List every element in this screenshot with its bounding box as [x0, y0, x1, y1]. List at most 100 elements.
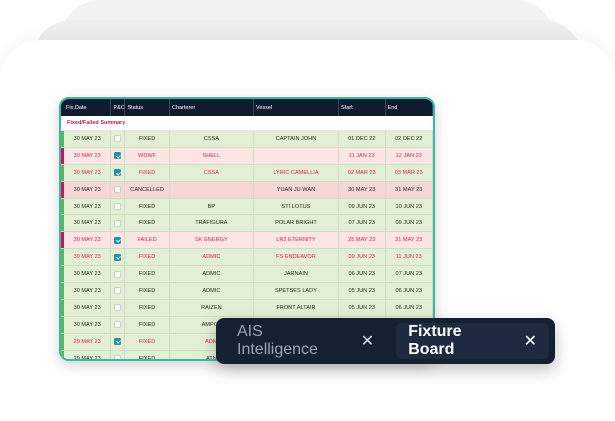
pc-checkbox[interactable] — [114, 270, 122, 278]
table-row[interactable]: 30 MAY 23 FIXED ADMIC JARNAIN 06 JUN 23 07 JU… — [61, 266, 433, 284]
cell-status: FIXED — [125, 299, 170, 316]
cell-start: 05 JUN 23 — [339, 283, 386, 299]
cell-start: 05 JUN 23 — [339, 299, 386, 316]
table-row[interactable]: 30 MAY 23 FIXED ADMIC FS ENDEAVOR 09 JUN 23 1… — [61, 249, 433, 267]
cell-start: 25 MAY 23 — [339, 232, 386, 249]
table-row[interactable]: 30 MAY 23 FIXED BP STI LOTUS 09 JUN 23 10 JUN… — [61, 198, 433, 216]
cell-status: WDWF — [125, 147, 170, 164]
table-row[interactable]: 30 MAY 23 FIXED CSSA CAPTAIN JOHN 01 DEC 22 0… — [61, 131, 433, 148]
column-header-end[interactable]: End — [386, 99, 433, 116]
cell-fix-date: 30 MAY 23 — [64, 164, 112, 181]
cell-end: 12 JAN 23 — [386, 147, 433, 164]
cell-start: 02 MAR 23 — [339, 164, 386, 181]
pc-checkbox[interactable] — [114, 186, 122, 194]
table-row[interactable]: 30 MAY 23 FIXED CSSA LYRIC CAMELLIA 02 MAR 2… — [61, 164, 433, 182]
column-header-vessel[interactable]: Vessel — [254, 99, 340, 116]
cell-start: 11 JAN 23 — [339, 147, 386, 164]
table-row[interactable]: 30 MAY 23 FIXED ADMIC SPETSES LADY 05 JUN 23… — [61, 283, 433, 300]
column-header-charterer[interactable]: Charterer — [170, 99, 255, 116]
table-row[interactable]: 30 MAY 23 CANCELLED YUAN JU WAN 30 MAY 23 31… — [61, 181, 433, 199]
cell-end: 09 JUN 23 — [386, 215, 433, 232]
cell-fix-date: 30 MAY 23 — [64, 232, 112, 249]
cell-status: FIXED — [125, 249, 170, 266]
pc-checkbox[interactable] — [114, 203, 122, 210]
cell-vessel: POLAR BRIGHT — [254, 215, 339, 232]
column-header-start[interactable]: Start — [339, 99, 386, 116]
cell-fix-date: 30 MAY 23 — [64, 215, 112, 232]
table-header: Fix.Date P&C Status Charterer Vessel Sta… — [61, 99, 433, 116]
pc-checkbox[interactable] — [114, 236, 122, 244]
cell-pc — [111, 164, 126, 181]
cell-vessel: FRONT ALTAIR — [254, 299, 339, 316]
cell-status: FIXED — [125, 198, 170, 215]
cell-vessel: LYRIC CAMELLIA — [254, 164, 339, 181]
pc-checkbox[interactable] — [114, 169, 122, 177]
cell-pc — [111, 147, 126, 164]
cell-vessel: CAPTAIN JOHN — [254, 131, 339, 147]
cell-end: 31 MAY 23 — [386, 181, 433, 198]
cell-status: FIXED — [125, 283, 170, 299]
pc-checkbox[interactable] — [114, 355, 122, 359]
tab-ais-intelligence[interactable]: AIS Intelligence ✕ — [222, 323, 386, 359]
pc-checkbox[interactable] — [114, 304, 122, 312]
pc-checkbox[interactable] — [114, 321, 122, 329]
column-header-status[interactable]: Status — [125, 99, 170, 116]
pc-checkbox[interactable] — [114, 287, 122, 295]
cell-end: 31 MAY 23 — [386, 232, 433, 249]
cell-charterer: TRAFIGURA — [170, 215, 254, 232]
cell-start: 01 DEC 22 — [339, 131, 386, 147]
cell-pc — [111, 350, 126, 359]
cell-fix-date: 30 MAY 23 — [64, 131, 112, 147]
cell-pc — [111, 198, 126, 215]
cell-fix-date: 30 MAY 23 — [64, 198, 112, 215]
cell-fix-date: 30 MAY 23 — [64, 181, 112, 198]
cell-end: 06 JUN 23 — [386, 283, 433, 299]
pc-checkbox[interactable] — [114, 152, 122, 160]
summary-label: Fixed/Failed Summary — [61, 116, 433, 131]
cell-end: 03 MAR 23 — [386, 164, 433, 181]
tab-label: Fixture Board — [408, 323, 462, 358]
cell-pc — [111, 283, 126, 299]
table-row[interactable]: 30 MAY 23 FIXED TRAFIGURA POLAR BRIGHT 07 JU… — [61, 215, 433, 233]
tab-bar: AIS Intelligence ✕ Fixture Board ✕ — [216, 318, 555, 364]
table-row[interactable]: 30 MAY 23 WDWF SHELL 11 JAN 23 12 JAN 23 — [61, 147, 433, 165]
column-header-fix-date[interactable]: Fix.Date — [64, 99, 112, 116]
cell-start: 07 JUN 23 — [339, 215, 386, 232]
table-row[interactable]: 30 MAY 23 FAILED SK ENERGY LR2 ETERNITY 25 M… — [61, 232, 433, 250]
pc-checkbox[interactable] — [114, 253, 122, 261]
cell-start: 06 JUN 23 — [339, 266, 386, 283]
cell-status: FIXED — [125, 131, 170, 147]
cell-charterer: ADMIC — [170, 266, 254, 283]
cell-pc — [111, 299, 126, 316]
cell-status: FAILED — [125, 232, 170, 249]
cell-charterer: CSSA — [170, 131, 254, 147]
cell-pc — [111, 215, 126, 232]
close-icon[interactable]: ✕ — [361, 331, 374, 351]
cell-end: 11 JUN 23 — [386, 249, 433, 266]
close-icon[interactable]: ✕ — [524, 331, 537, 351]
cell-vessel: STI LOTUS — [254, 198, 339, 215]
tab-label: AIS Intelligence — [237, 323, 318, 358]
cell-status: FIXED — [125, 164, 170, 181]
cell-end: 07 JUN 23 — [386, 266, 433, 283]
cell-fix-date: 29 MAY 23 — [64, 350, 112, 359]
cell-fix-date: 30 MAY 23 — [64, 266, 112, 283]
pc-checkbox[interactable] — [114, 338, 122, 346]
cell-vessel: FS ENDEAVOR — [254, 249, 339, 266]
column-header-pc[interactable]: P&C — [111, 99, 126, 116]
pc-checkbox[interactable] — [114, 135, 122, 143]
cell-charterer: SK ENERGY — [170, 232, 254, 249]
cell-pc — [111, 232, 126, 249]
cell-vessel: SPETSES LADY — [254, 283, 339, 299]
cell-charterer: RAIZEN — [170, 299, 254, 316]
cell-vessel — [254, 147, 339, 164]
cell-charterer: BP — [170, 198, 254, 215]
cell-status: CANCELLED — [125, 181, 170, 198]
cell-vessel: YUAN JU WAN — [254, 181, 339, 198]
cell-fix-date: 30 MAY 23 — [64, 147, 112, 164]
cell-pc — [111, 181, 126, 198]
cell-fix-date: 30 MAY 23 — [64, 299, 112, 316]
table-row[interactable]: 30 MAY 23 FIXED RAIZEN FRONT ALTAIR 05 JUN 2… — [61, 299, 433, 317]
tab-fixture-board[interactable]: Fixture Board ✕ — [396, 323, 549, 359]
pc-checkbox[interactable] — [114, 219, 122, 227]
